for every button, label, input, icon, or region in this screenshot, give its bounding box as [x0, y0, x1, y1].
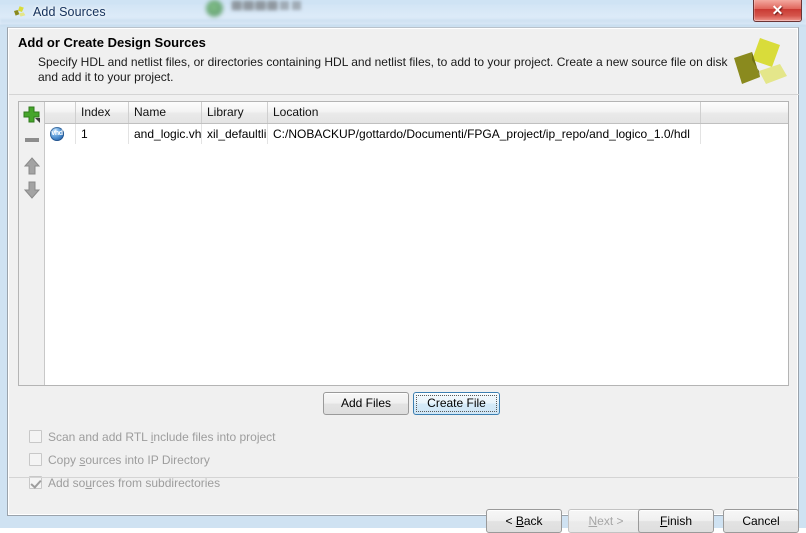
add-files-button[interactable]: Add Files: [323, 392, 409, 415]
column-header-filler: [701, 102, 788, 123]
dialog-client-area: Add or Create Design Sources Specify HDL…: [7, 27, 799, 533]
title-bar[interactable]: Add Sources ✕: [0, 0, 806, 27]
column-header-index[interactable]: Index: [76, 102, 129, 123]
create-file-button[interactable]: Create File: [413, 392, 500, 415]
move-up-button[interactable]: [21, 155, 43, 177]
add-sources-dialog: Add Sources ✕ Add or Create Design Sourc…: [0, 0, 806, 533]
column-header-icon[interactable]: [45, 102, 76, 123]
cell-location: C:/NOBACKUP/gottardo/Documenti/FPGA_proj…: [268, 124, 701, 144]
dialog-client-inner: Add or Create Design Sources Specify HDL…: [8, 28, 799, 533]
cell-index: 1: [76, 124, 129, 144]
create-file-focus-ring: [416, 395, 497, 412]
close-icon: ✕: [771, 2, 784, 18]
page-title: Add or Create Design Sources: [18, 35, 206, 50]
option-copy-sources-checkbox[interactable]: [29, 453, 42, 466]
add-files-button-label: Add Files: [340, 396, 392, 410]
header-separator: [9, 94, 799, 95]
sources-table: Index Name Library Location vhd 1 and_lo…: [45, 102, 788, 385]
next-button-label: Next >: [588, 514, 624, 528]
sources-toolbar: [19, 102, 45, 385]
vhdl-file-icon: vhd: [50, 127, 64, 141]
back-button[interactable]: < Back: [486, 509, 562, 533]
table-header-row: Index Name Library Location: [45, 102, 788, 124]
cancel-button-label: Cancel: [742, 514, 780, 528]
move-down-button[interactable]: [21, 179, 43, 201]
back-button-label: < Back: [505, 514, 543, 528]
option-scan-rtl-include-checkbox[interactable]: [29, 430, 42, 443]
column-header-location[interactable]: Location: [268, 102, 701, 123]
option-scan-rtl-include-label: Scan and add RTL include files into proj…: [48, 430, 276, 444]
sources-panel: Index Name Library Location vhd 1 and_lo…: [18, 101, 789, 386]
column-header-name[interactable]: Name: [129, 102, 202, 123]
window-icon: [11, 5, 27, 21]
cell-name: and_logic.vhd: [129, 124, 202, 144]
cell-file-icon: vhd: [45, 124, 76, 144]
add-source-button[interactable]: [21, 104, 43, 126]
finish-button[interactable]: Finish: [638, 509, 714, 533]
option-copy-sources-label: Copy sources into IP Directory: [48, 453, 210, 467]
cancel-button[interactable]: Cancel: [723, 509, 799, 533]
vhdl-file-icon-label: vhd: [51, 130, 63, 137]
vivado-logo-icon: [730, 37, 788, 93]
remove-source-button[interactable]: [21, 129, 43, 151]
finish-button-label: Finish: [659, 514, 693, 528]
page-description: Specify HDL and netlist files, or direct…: [38, 55, 728, 84]
next-button: Next >: [568, 509, 644, 533]
column-header-library[interactable]: Library: [202, 102, 268, 123]
cell-library: xil_defaultlib: [202, 124, 268, 144]
bottom-separator: [9, 477, 799, 478]
window-title: Add Sources: [33, 5, 106, 19]
close-button[interactable]: ✕: [753, 0, 802, 22]
table-row[interactable]: vhd 1 and_logic.vhd xil_defaultlib C:/NO…: [45, 124, 788, 144]
